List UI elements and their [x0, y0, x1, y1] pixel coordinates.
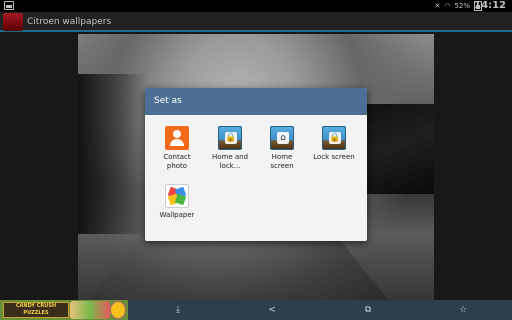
dialog-title: Set as	[145, 88, 367, 115]
ad-text: CANDY CRUSH PUZZLES	[3, 302, 69, 318]
ad-banner[interactable]: CANDY CRUSH PUZZLES	[0, 300, 128, 320]
option-home-screen[interactable]: ⌂ Home screen	[257, 126, 307, 171]
wallpaper-icon	[165, 184, 189, 208]
ad-logo	[110, 301, 126, 319]
option-label: Wallpaper	[159, 211, 195, 219]
option-label: Lock screen	[313, 153, 355, 161]
option-label: Home and lock...	[211, 153, 249, 170]
bottom-toolbar: CANDY CRUSH PUZZLES ⤓ < ⧉ ☆	[0, 300, 512, 320]
download-button[interactable]: ⤓	[168, 300, 188, 320]
crop-button[interactable]: ⧉	[358, 300, 378, 320]
home-screen-icon: ⌂	[270, 126, 294, 150]
option-label: Home screen	[270, 153, 294, 170]
option-wallpaper[interactable]: Wallpaper	[152, 184, 202, 220]
option-lock-screen[interactable]: 🔒 Lock screen	[309, 126, 359, 162]
favorite-button[interactable]: ☆	[453, 300, 473, 320]
lock-screen-icon: 🔒	[322, 126, 346, 150]
option-home-and-lock[interactable]: 🔒 Home and lock...	[205, 126, 255, 171]
option-contact-photo[interactable]: Contact photo	[152, 126, 202, 171]
home-and-lock-icon: 🔒	[218, 126, 242, 150]
set-as-dialog: Set as Contact photo 🔒 Home and lock... …	[145, 88, 367, 241]
contact-photo-icon	[165, 126, 189, 150]
share-button[interactable]: <	[262, 300, 282, 320]
option-label: Contact photo	[163, 153, 191, 170]
ad-characters-image	[70, 301, 110, 319]
